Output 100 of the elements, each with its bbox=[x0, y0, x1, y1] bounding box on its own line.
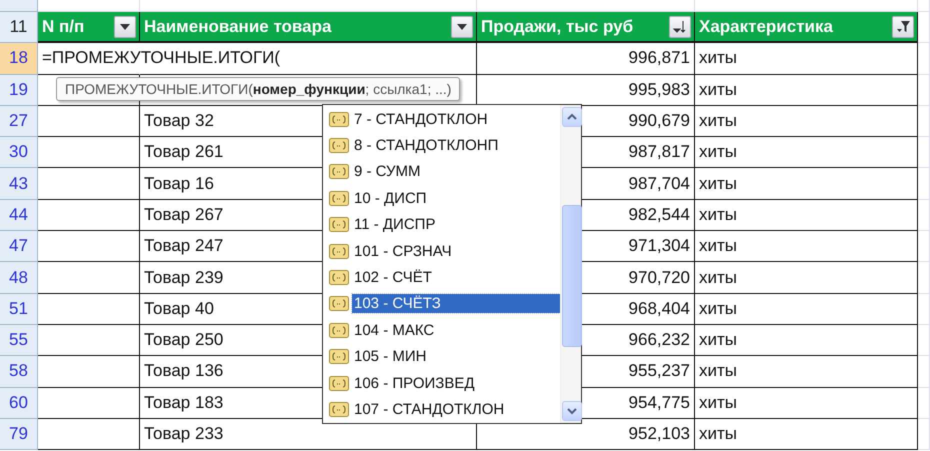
filter-dropdown-button[interactable] bbox=[114, 16, 136, 38]
column-title: N п/п bbox=[42, 16, 84, 37]
row-header[interactable]: 60 bbox=[0, 388, 38, 419]
caret-icon bbox=[457, 24, 467, 30]
cell-text: Товар 250 bbox=[144, 330, 224, 350]
scroll-thumb[interactable] bbox=[562, 205, 582, 347]
constant-icon bbox=[329, 376, 349, 391]
cell-text: 966,232 bbox=[628, 330, 690, 350]
cell-text: хиты bbox=[699, 298, 738, 319]
autocomplete-item[interactable]: 9 - СУММ bbox=[323, 158, 560, 186]
scroll-down-button[interactable] bbox=[562, 401, 582, 421]
sort-icon bbox=[673, 20, 687, 34]
column-title: Характеристика bbox=[699, 16, 833, 37]
cell-text: хиты bbox=[699, 392, 738, 413]
constant-icon bbox=[329, 217, 349, 232]
row-header[interactable]: 30 bbox=[0, 137, 38, 168]
table-cell bbox=[918, 12, 930, 44]
cell-text: 987,817 bbox=[628, 142, 690, 162]
autocomplete-item[interactable]: 7 - СТАНДОТКЛОН bbox=[323, 106, 560, 132]
autocomplete-item[interactable]: 107 - СТАНДОТКЛОН bbox=[323, 396, 560, 423]
autocomplete-item[interactable]: 10 - ДИСП bbox=[323, 185, 560, 212]
row-header[interactable]: 79 bbox=[0, 418, 38, 450]
table-cell bbox=[918, 0, 930, 12]
row-header[interactable]: 11 bbox=[0, 12, 38, 44]
cell-text: 955,237 bbox=[628, 361, 690, 382]
caret-icon bbox=[120, 24, 130, 30]
row-header[interactable]: 27 bbox=[0, 106, 38, 138]
cell-text: хиты bbox=[699, 268, 738, 288]
cell-text: Товар 233 bbox=[144, 424, 224, 444]
autocomplete-item[interactable]: 105 - МИН bbox=[323, 344, 560, 370]
table-cell bbox=[918, 324, 930, 356]
row-header[interactable]: 44 bbox=[0, 200, 38, 232]
cell-text: хиты bbox=[699, 330, 738, 350]
cell-text: Товар 136 bbox=[144, 361, 224, 382]
row-header[interactable]: 19 bbox=[0, 74, 38, 106]
constant-icon bbox=[329, 296, 349, 312]
constant-icon bbox=[329, 402, 349, 417]
cell-text: Товар 261 bbox=[144, 142, 224, 162]
table-cell bbox=[918, 388, 930, 419]
cell-text: 996,871 bbox=[628, 48, 690, 68]
row-header[interactable]: 55 bbox=[0, 324, 38, 356]
cell-text: Товар 32 bbox=[144, 111, 214, 132]
constant-icon bbox=[329, 349, 349, 364]
autocomplete-item[interactable]: 101 - СРЗНАЧ bbox=[323, 238, 560, 264]
cell-text: Товар 239 bbox=[144, 268, 224, 288]
cell-text: 982,544 bbox=[628, 204, 690, 225]
constant-icon bbox=[329, 244, 349, 259]
cell-text: хиты bbox=[699, 174, 738, 194]
constant-icon bbox=[329, 270, 349, 286]
constant-icon bbox=[329, 190, 349, 206]
autocomplete-item[interactable]: 104 - МАКС bbox=[323, 317, 560, 344]
table-cell bbox=[918, 294, 930, 325]
formula-text: =ПРОМЕЖУТОЧНЫЕ.ИТОГИ( bbox=[42, 48, 282, 68]
row-header[interactable]: 47 bbox=[0, 231, 38, 262]
cell-text: Товар 183 bbox=[144, 392, 224, 413]
function-tooltip: ПРОМЕЖУТОЧНЫЕ.ИТОГИ(номер_функции; ссылка1; ...) bbox=[56, 77, 460, 101]
filter-button[interactable] bbox=[892, 16, 914, 38]
table-cell bbox=[918, 418, 930, 450]
cell-text: хиты bbox=[699, 236, 738, 256]
table-cell bbox=[918, 43, 930, 75]
column-title: Наименование товара bbox=[144, 16, 332, 37]
filter-dropdown-button[interactable] bbox=[451, 16, 473, 38]
table-cell bbox=[918, 168, 930, 200]
cell-text: хиты bbox=[699, 48, 738, 68]
cell-text: 995,983 bbox=[628, 80, 690, 100]
constant-icon bbox=[329, 164, 349, 180]
cell-text: 987,704 bbox=[628, 174, 690, 194]
autocomplete-item[interactable]: 106 - ПРОИЗВЕД bbox=[323, 370, 560, 396]
cell-text: Товар 16 bbox=[144, 174, 214, 194]
row-header[interactable]: 18 bbox=[0, 43, 38, 75]
table-cell bbox=[918, 262, 930, 294]
table-cell bbox=[918, 106, 930, 138]
cell-text: хиты bbox=[699, 80, 738, 100]
cell-text: хиты bbox=[699, 424, 738, 444]
autocomplete-item[interactable]: 8 - СТАНДОТКЛОНП bbox=[323, 132, 560, 159]
row-header[interactable]: 51 bbox=[0, 294, 38, 325]
cell-text: 970,720 bbox=[628, 268, 690, 288]
column-title: Продажи, тыс руб bbox=[481, 16, 634, 37]
row-header[interactable]: 58 bbox=[0, 356, 38, 388]
scroll-up-button[interactable] bbox=[562, 107, 582, 127]
scrollbar[interactable] bbox=[560, 105, 581, 423]
cell-text: 990,679 bbox=[628, 111, 690, 132]
cell-text: Товар 40 bbox=[144, 298, 214, 319]
row-header[interactable]: 48 bbox=[0, 262, 38, 294]
cell-text: 952,103 bbox=[628, 424, 690, 444]
sort-button[interactable] bbox=[669, 16, 691, 38]
cell-text: 968,404 bbox=[628, 298, 690, 319]
table-cell bbox=[918, 200, 930, 232]
table-cell bbox=[918, 356, 930, 388]
table-cell bbox=[918, 74, 930, 106]
table-cell bbox=[918, 137, 930, 168]
cell-text: хиты bbox=[699, 204, 738, 225]
constant-icon bbox=[329, 138, 349, 154]
autocomplete-item[interactable]: 11 - ДИСПР bbox=[323, 212, 560, 238]
funnel-icon bbox=[896, 20, 910, 34]
constant-icon bbox=[329, 322, 349, 338]
cell-text: Товар 267 bbox=[144, 204, 224, 225]
row-header[interactable]: 43 bbox=[0, 168, 38, 200]
cell-text: хиты bbox=[699, 361, 738, 382]
autocomplete-item[interactable]: 102 - СЧЁТ bbox=[323, 264, 560, 291]
